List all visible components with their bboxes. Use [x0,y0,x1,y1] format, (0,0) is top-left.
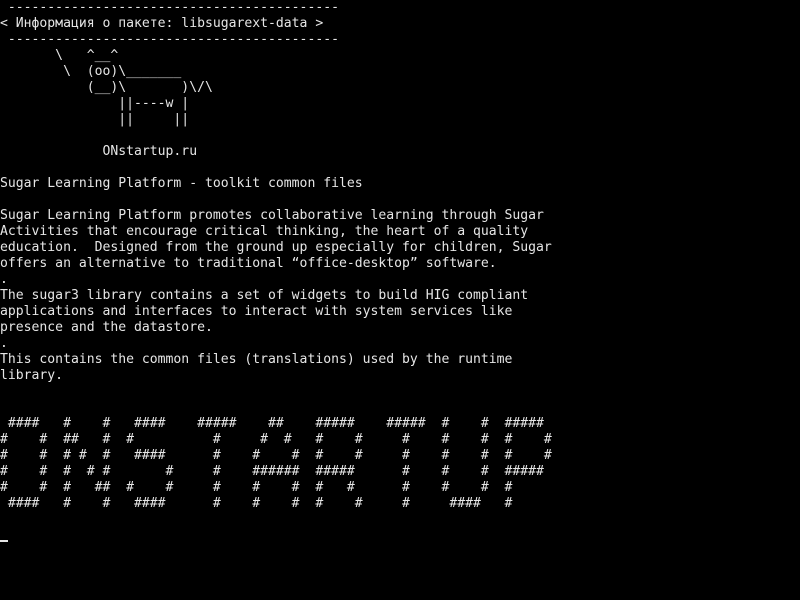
ascii-banner: #### # # #### ##### ## ##### ##### # # #… [0,416,552,511]
package-description: Sugar Learning Platform promotes collabo… [0,208,552,383]
package-summary: Sugar Learning Platform - toolkit common… [0,176,363,191]
site-name: ONstartup.ru [0,144,198,159]
cowsay-message: < Информация о пакете: libsugarext-data … [0,16,324,31]
terminal-screen[interactable]: ----------------------------------------… [0,0,800,600]
cowsay-top-border: ----------------------------------------… [0,0,339,15]
cowsay-bottom-border: ----------------------------------------… [0,32,339,47]
text-cursor [0,540,8,542]
cowsay-cow-art: \ ^__^ \ (oo)\_______ (__)\ )\/\ ||----w… [55,48,213,127]
